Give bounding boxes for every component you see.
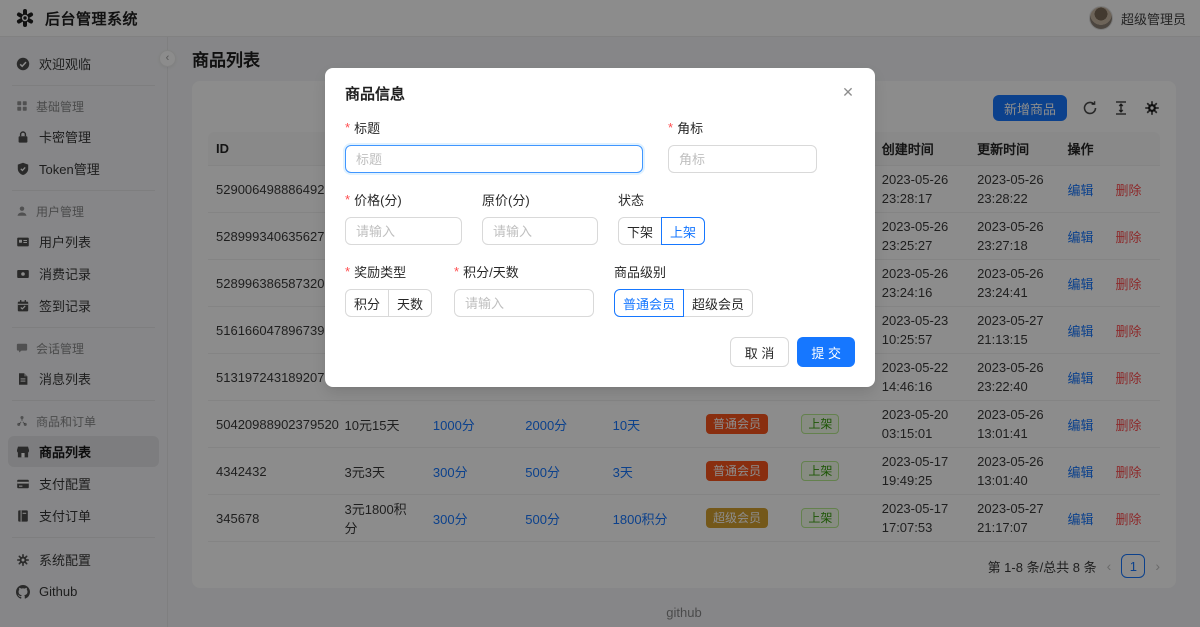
points-days-input[interactable]	[454, 289, 594, 317]
reward-type-radio-group: 积分天数	[345, 289, 432, 317]
close-icon[interactable]: ✕	[837, 81, 859, 103]
radio-option-超级会员[interactable]: 超级会员	[683, 289, 753, 317]
status-field-label: 状态	[618, 190, 644, 209]
radio-option-积分[interactable]: 积分	[345, 289, 389, 317]
original-price-input[interactable]	[482, 217, 598, 245]
modal-title: 商品信息	[345, 86, 405, 103]
level-radio-group: 普通会员超级会员	[614, 289, 753, 317]
required-asterisk: *	[454, 264, 459, 279]
cancel-button[interactable]: 取 消	[730, 337, 790, 367]
title-input[interactable]	[345, 145, 643, 173]
radio-option-下架[interactable]: 下架	[618, 217, 662, 245]
radio-option-上架[interactable]: 上架	[661, 217, 705, 245]
submit-button[interactable]: 提 交	[797, 337, 855, 367]
product-info-modal: 商品信息 ✕ * 标题 * 角标 * 价格(分) 原价(分) 状态	[325, 68, 875, 387]
price-field-label: 价格(分)	[354, 190, 402, 209]
badge-input[interactable]	[668, 145, 817, 173]
title-field-label: 标题	[354, 118, 380, 137]
level-field-label: 商品级别	[614, 262, 666, 281]
radio-option-普通会员[interactable]: 普通会员	[614, 289, 684, 317]
points-days-field-label: 积分/天数	[463, 262, 519, 281]
price-input[interactable]	[345, 217, 462, 245]
required-asterisk: *	[345, 264, 350, 279]
required-asterisk: *	[668, 120, 673, 135]
badge-field-label: 角标	[677, 118, 703, 137]
reward-type-field-label: 奖励类型	[354, 262, 406, 281]
required-asterisk: *	[345, 192, 350, 207]
status-radio-group: 下架上架	[618, 217, 705, 245]
original-price-field-label: 原价(分)	[482, 190, 530, 209]
radio-option-天数[interactable]: 天数	[388, 289, 432, 317]
required-asterisk: *	[345, 120, 350, 135]
